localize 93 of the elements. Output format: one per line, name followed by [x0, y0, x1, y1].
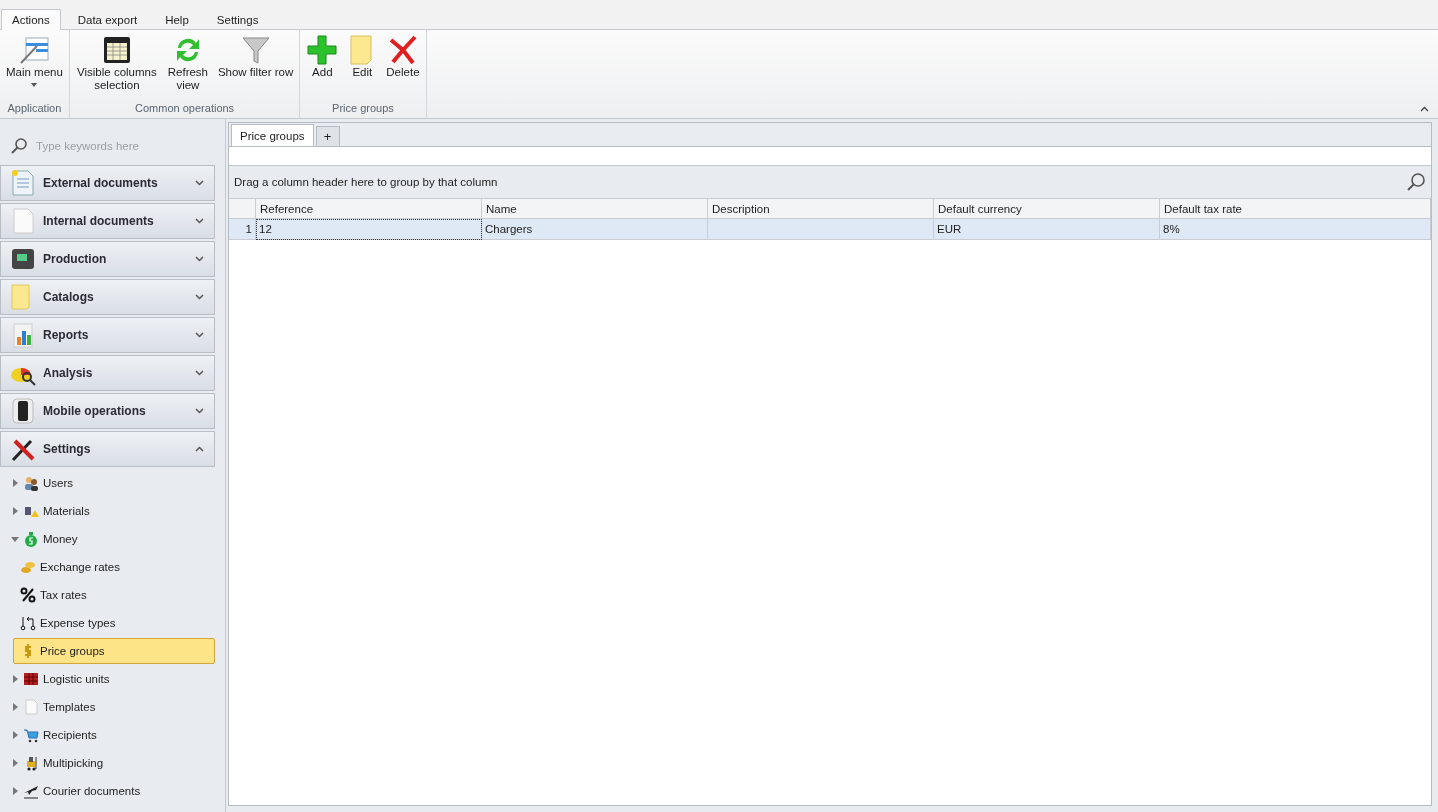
ribbon-button[interactable]: Main menu — [2, 30, 67, 87]
document-tab[interactable]: Price groups — [231, 124, 314, 146]
section-label: Production — [43, 252, 108, 266]
phone-icon — [9, 397, 37, 425]
page-icon — [23, 699, 39, 715]
group-label: Application — [6, 102, 63, 116]
tree-label: Tax rates — [40, 589, 87, 601]
ribbon-button[interactable]: Refresh view — [161, 30, 214, 92]
section-label: Settings — [43, 442, 92, 456]
branch-icon — [20, 615, 36, 631]
caret-right-icon[interactable] — [11, 759, 19, 767]
users-icon — [23, 475, 39, 491]
search-field[interactable]: Type keywords here — [34, 139, 214, 153]
table-cell: 8% — [1160, 219, 1431, 240]
tree-label: Recipients — [43, 729, 97, 741]
nav-section[interactable]: External documents — [0, 165, 215, 201]
search-icon — [10, 137, 28, 155]
row-number: 1 — [229, 219, 256, 240]
section-label: Catalogs — [43, 290, 95, 304]
column-header[interactable]: Reference — [256, 198, 482, 219]
ribbon-tab[interactable]: Data export — [66, 9, 149, 30]
tree-label: Users — [43, 477, 74, 489]
section-label: Mobile operations — [43, 404, 147, 418]
nav-section[interactable]: Catalogs — [0, 279, 215, 315]
tree-item[interactable]: Recipients — [0, 722, 215, 748]
money-bag-icon — [23, 531, 39, 547]
ribbon-button[interactable]: Visible columns selection — [71, 30, 162, 92]
tree-item[interactable]: Multipicking — [0, 750, 215, 776]
tree-item[interactable]: Courier documents — [0, 778, 215, 804]
column-header[interactable]: Default currency — [934, 198, 1160, 219]
group-label: Common operations — [134, 102, 236, 116]
tree-item[interactable]: Templates — [0, 694, 215, 720]
caret-right-icon[interactable] — [11, 703, 19, 711]
tree-label: Multipicking — [43, 757, 104, 769]
tree-label: Materials — [43, 505, 90, 517]
nav-section[interactable]: Reports — [0, 317, 215, 353]
tree-label: Expense types — [40, 617, 116, 629]
section-label: Reports — [43, 328, 90, 342]
caret-right-icon[interactable] — [11, 479, 19, 487]
ribbon-button[interactable]: Delete — [382, 30, 424, 79]
group-label: Price groups — [331, 102, 395, 116]
section-label: External documents — [43, 176, 159, 190]
nav-section[interactable]: Production — [0, 241, 215, 277]
plus-icon — [306, 34, 339, 66]
filter-icon — [239, 34, 272, 66]
caret-right-icon[interactable] — [11, 675, 19, 683]
table-cell: Chargers — [482, 219, 708, 240]
tree-label: Templates — [43, 701, 96, 713]
section-label: Internal documents — [43, 214, 155, 228]
tree-item[interactable]: Price groups — [13, 638, 215, 664]
tree-label: Money — [43, 533, 78, 545]
column-header[interactable]: Description — [708, 198, 934, 219]
ribbon-tab[interactable]: Help — [154, 9, 200, 30]
crate-icon — [23, 671, 39, 687]
tree-label: Exchange rates — [40, 561, 120, 573]
caret-right-icon[interactable] — [11, 787, 19, 795]
tree-item[interactable]: Expense types — [13, 610, 215, 636]
document-icon — [9, 169, 37, 197]
ribbon-button[interactable]: Show filter row — [213, 30, 298, 79]
caret-down-icon[interactable] — [11, 535, 19, 543]
percent-icon — [20, 587, 36, 603]
tree-item[interactable]: Users — [0, 470, 215, 496]
collapse-ribbon-icon[interactable] — [1420, 106, 1429, 112]
tree-label: Courier documents — [43, 785, 141, 797]
ribbon-tab[interactable]: Settings — [205, 9, 270, 30]
tree-label: Price groups — [40, 645, 105, 657]
tree-item[interactable]: Money — [0, 526, 215, 552]
table-cell: 12 — [256, 219, 482, 240]
menu-window-icon — [18, 34, 51, 66]
tree-item[interactable]: Logistic units — [0, 666, 215, 692]
tree-item[interactable]: Tax rates — [13, 582, 215, 608]
tree-item[interactable]: Exchange rates — [13, 554, 215, 580]
nav-section[interactable]: Settings — [0, 431, 215, 467]
search-icon[interactable] — [1406, 172, 1426, 192]
ribbon-button[interactable]: Add — [302, 30, 343, 79]
nav-section[interactable]: Mobile operations — [0, 393, 215, 429]
column-header[interactable]: Default tax rate — [1160, 198, 1431, 219]
caret-right-icon[interactable] — [11, 731, 19, 739]
cart-icon — [23, 727, 39, 743]
add-tab-button[interactable]: + — [315, 126, 340, 146]
group-panel-hint: Drag a column header here to group by that column — [234, 176, 498, 188]
section-label: Analysis — [43, 366, 94, 380]
column-header[interactable]: Name — [482, 198, 708, 219]
coins-icon — [20, 559, 36, 575]
tree-label: Logistic units — [43, 673, 110, 685]
nav-section[interactable]: Internal documents — [0, 203, 215, 239]
table-cell: EUR — [934, 219, 1160, 240]
caret-right-icon[interactable] — [11, 507, 19, 515]
ribbon-button[interactable]: Edit — [342, 30, 383, 79]
tree-item[interactable]: Materials — [0, 498, 215, 524]
airplane-icon — [23, 783, 39, 799]
nav-section[interactable]: Analysis — [0, 355, 215, 391]
ribbon-tab[interactable]: Actions — [1, 9, 61, 30]
